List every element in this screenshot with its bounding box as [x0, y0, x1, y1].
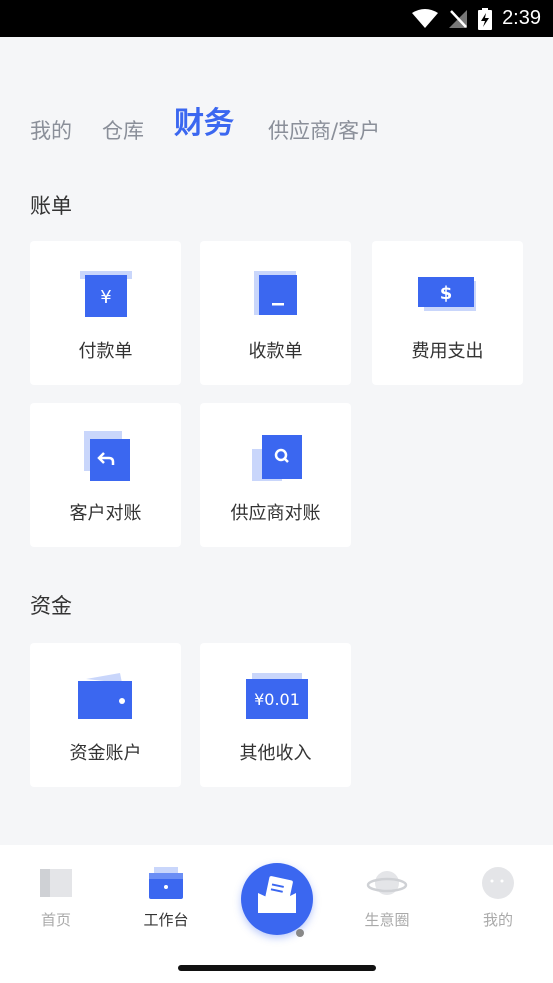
section-title-bills: 账单	[30, 194, 72, 218]
tab-warehouse[interactable]: 仓库	[102, 116, 144, 150]
svg-text:$: $	[439, 283, 452, 304]
reply-doc-icon	[83, 431, 130, 481]
income-amount: ¥0.01	[254, 690, 300, 709]
planet-icon	[366, 871, 408, 895]
wifi-icon	[412, 8, 439, 28]
card-fund-account[interactable]: 资金账户	[30, 643, 181, 787]
card-receipt-bill[interactable]: 收款单	[200, 241, 351, 385]
home-indicator[interactable]	[178, 965, 376, 971]
nav-workbench[interactable]: 工作台	[121, 865, 211, 930]
yen-bill-icon: ¥	[79, 271, 132, 317]
card-label: 费用支出	[411, 341, 484, 362]
compose-icon	[258, 876, 296, 913]
tab-supplier-customer[interactable]: 供应商/客户	[268, 116, 380, 150]
indicator-dot	[296, 929, 304, 937]
no-signal-icon	[449, 9, 468, 28]
section-title-funds: 资金	[30, 594, 72, 618]
dollar-bill-icon: $	[417, 277, 476, 311]
card-label: 其他收入	[239, 743, 312, 764]
wallet-icon	[77, 673, 132, 719]
svg-text:¥: ¥	[100, 287, 111, 308]
nav-business-circle[interactable]: 生意圈	[342, 865, 432, 930]
top-tabs: 我的 仓库 财务 供应商/客户	[30, 100, 410, 150]
workbench-icon	[149, 867, 183, 899]
amount-card-icon: ¥0.01	[245, 673, 308, 719]
card-label: 收款单	[248, 341, 303, 362]
compose-fab-button[interactable]	[241, 863, 313, 935]
card-other-income[interactable]: ¥0.01 其他收入	[200, 643, 351, 787]
nav-label: 首页	[40, 911, 71, 929]
receipt-icon	[253, 271, 297, 315]
bottom-nav: 首页 工作台 生意圈 我的	[0, 845, 553, 983]
nav-home[interactable]: 首页	[11, 865, 101, 930]
status-bar: 2:39	[0, 0, 553, 37]
card-supplier-reconcile[interactable]: 供应商对账	[200, 403, 351, 547]
nav-profile[interactable]: 我的	[453, 865, 543, 930]
card-expense[interactable]: $ 费用支出	[372, 241, 523, 385]
card-label: 客户对账	[69, 503, 142, 524]
nav-label: 我的	[482, 911, 513, 929]
card-label: 供应商对账	[230, 503, 321, 524]
nav-label: 工作台	[143, 911, 189, 929]
search-doc-icon	[251, 435, 302, 481]
home-icon	[40, 869, 72, 897]
card-label: 付款单	[78, 341, 133, 362]
card-label: 资金账户	[69, 743, 142, 764]
tab-finance[interactable]: 财务	[174, 104, 234, 150]
card-payment-bill[interactable]: ¥ 付款单	[30, 241, 181, 385]
battery-charging-icon	[478, 7, 493, 30]
card-customer-reconcile[interactable]: 客户对账	[30, 403, 181, 547]
status-time: 2:39	[502, 7, 541, 29]
nav-label: 生意圈	[364, 911, 410, 929]
tab-mine[interactable]: 我的	[30, 116, 72, 150]
profile-icon	[482, 867, 514, 899]
